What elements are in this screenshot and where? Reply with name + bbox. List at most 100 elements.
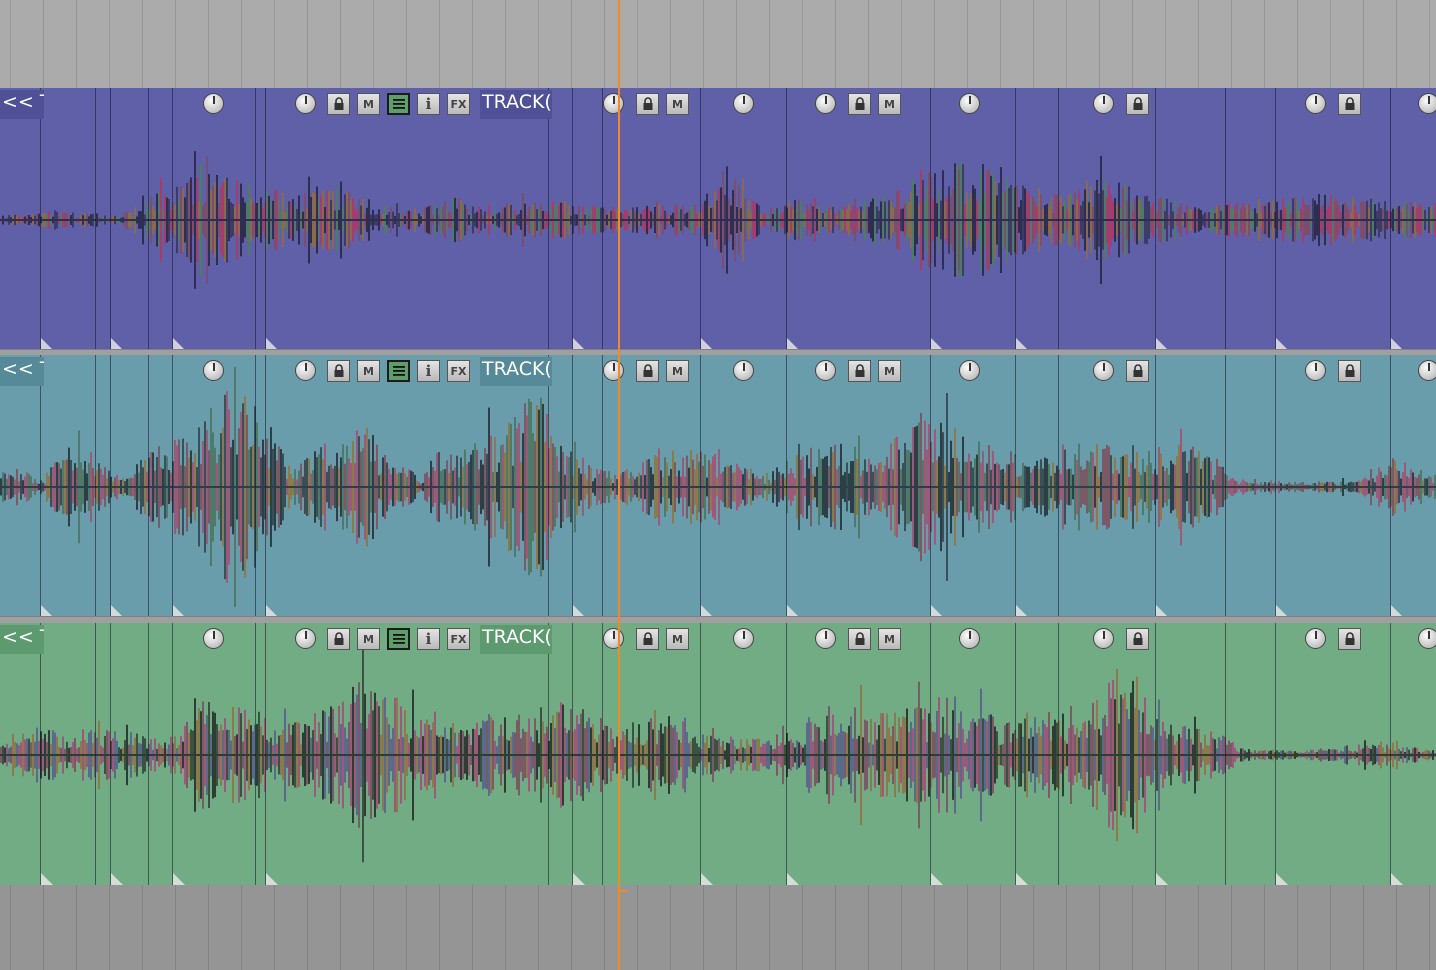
fade-handle[interactable] [931, 873, 943, 885]
item-name-start-label[interactable]: << T [0, 90, 44, 119]
empty-arrange-area[interactable] [0, 884, 1436, 970]
media-item-edge[interactable] [1058, 355, 1059, 617]
item-mute-icon[interactable]: M [357, 360, 380, 382]
item-mute-icon[interactable]: M [878, 360, 901, 382]
media-item-edge[interactable] [95, 355, 96, 617]
knob-icon[interactable] [1093, 628, 1114, 649]
media-item-edge[interactable] [700, 355, 701, 617]
item-mute-icon[interactable]: M [666, 93, 689, 115]
knob-icon[interactable] [1418, 628, 1436, 649]
media-item-edge[interactable] [1015, 623, 1016, 885]
item-lock-icon[interactable] [1338, 360, 1361, 382]
media-item-edge[interactable] [930, 355, 931, 617]
knob-icon[interactable] [203, 93, 224, 114]
fade-handle[interactable] [787, 873, 799, 885]
media-item-edge[interactable] [700, 623, 701, 885]
knob-icon[interactable] [203, 360, 224, 381]
fade-handle[interactable] [573, 873, 585, 885]
media-item-edge[interactable] [40, 623, 41, 885]
item-fx-icon[interactable]: FX [447, 360, 470, 382]
item-mute-icon[interactable]: M [666, 360, 689, 382]
media-item-edge[interactable] [548, 623, 549, 885]
track-1-lane[interactable]: << T TRACK(Mi FX M M [0, 88, 1436, 350]
item-lock-icon[interactable] [848, 628, 871, 650]
media-item-edge[interactable] [1225, 623, 1226, 885]
knob-icon[interactable] [203, 628, 224, 649]
media-item-edge[interactable] [1015, 355, 1016, 617]
media-item-edge[interactable] [255, 355, 256, 617]
knob-icon[interactable] [1305, 93, 1326, 114]
knob-icon[interactable] [295, 628, 316, 649]
knob-icon[interactable] [1093, 93, 1114, 114]
fade-handle[interactable] [111, 873, 123, 885]
timeline-ruler[interactable] [0, 0, 1436, 89]
item-lock-icon[interactable] [636, 628, 659, 650]
knob-icon[interactable] [1305, 360, 1326, 381]
knob-icon[interactable] [1305, 628, 1326, 649]
knob-icon[interactable] [959, 360, 980, 381]
media-item-edge[interactable] [930, 88, 931, 350]
media-item-edge[interactable] [1058, 623, 1059, 885]
fade-handle[interactable] [173, 873, 185, 885]
item-lock-icon[interactable] [1338, 93, 1361, 115]
media-item-edge[interactable] [148, 623, 149, 885]
media-item-edge[interactable] [1058, 88, 1059, 350]
media-item-edge[interactable] [1275, 88, 1276, 350]
track-3-lane[interactable]: << T TRACK(Mi FX M M [0, 623, 1436, 885]
knob-icon[interactable] [1418, 360, 1436, 381]
item-info-icon[interactable]: i [417, 93, 440, 115]
media-item-edge[interactable] [572, 355, 573, 617]
item-name-start-label[interactable]: << T [0, 357, 44, 386]
item-lock-icon[interactable] [327, 93, 350, 115]
media-item-edge[interactable] [1390, 355, 1391, 617]
item-lock-icon[interactable] [1126, 360, 1149, 382]
item-name-label[interactable]: TRACK( [480, 625, 552, 654]
item-lock-icon[interactable] [636, 93, 659, 115]
media-item-edge[interactable] [255, 88, 256, 350]
item-mute-icon[interactable]: M [666, 628, 689, 650]
item-lock-icon[interactable] [1126, 93, 1149, 115]
knob-icon[interactable] [733, 360, 754, 381]
media-item-edge[interactable] [786, 88, 787, 350]
item-mute-icon[interactable]: M [878, 93, 901, 115]
fade-handle[interactable] [701, 873, 713, 885]
knob-icon[interactable] [295, 360, 316, 381]
media-item-edge[interactable] [255, 623, 256, 885]
knob-icon[interactable] [295, 93, 316, 114]
knob-icon[interactable] [603, 360, 624, 381]
item-mute-icon[interactable]: M [357, 93, 380, 115]
media-item-edge[interactable] [786, 355, 787, 617]
playhead-cursor[interactable] [618, 0, 620, 970]
media-item-edge[interactable] [110, 88, 111, 350]
item-properties-menu-lines-icon[interactable] [387, 93, 410, 115]
item-lock-icon[interactable] [327, 360, 350, 382]
media-item-edge[interactable] [95, 88, 96, 350]
track-2-lane[interactable]: << T TRACK( Mi FX M M [0, 355, 1436, 617]
media-item-edge[interactable] [148, 355, 149, 617]
item-info-icon[interactable]: i [417, 360, 440, 382]
media-item-edge[interactable] [548, 88, 549, 350]
media-item-edge[interactable] [1015, 88, 1016, 350]
knob-icon[interactable] [815, 628, 836, 649]
knob-icon[interactable] [733, 93, 754, 114]
item-lock-icon[interactable] [327, 628, 350, 650]
item-name-label[interactable]: TRACK( [480, 357, 552, 386]
item-mute-icon[interactable]: M [878, 628, 901, 650]
media-item-edge[interactable] [700, 88, 701, 350]
media-item-edge[interactable] [110, 623, 111, 885]
media-item-edge[interactable] [172, 623, 173, 885]
media-item-edge[interactable] [40, 88, 41, 350]
item-info-icon[interactable]: i [417, 628, 440, 650]
item-lock-icon[interactable] [1126, 628, 1149, 650]
item-lock-icon[interactable] [1338, 628, 1361, 650]
item-name-label[interactable]: TRACK( [480, 90, 552, 119]
media-item-edge[interactable] [930, 623, 931, 885]
knob-icon[interactable] [1418, 93, 1436, 114]
media-item-edge[interactable] [265, 623, 266, 885]
item-properties-menu-lines-icon[interactable] [387, 628, 410, 650]
media-item-edge[interactable] [1155, 623, 1156, 885]
media-item-edge[interactable] [1390, 88, 1391, 350]
fade-handle[interactable] [266, 873, 278, 885]
item-mute-icon[interactable]: M [357, 628, 380, 650]
item-lock-icon[interactable] [848, 93, 871, 115]
